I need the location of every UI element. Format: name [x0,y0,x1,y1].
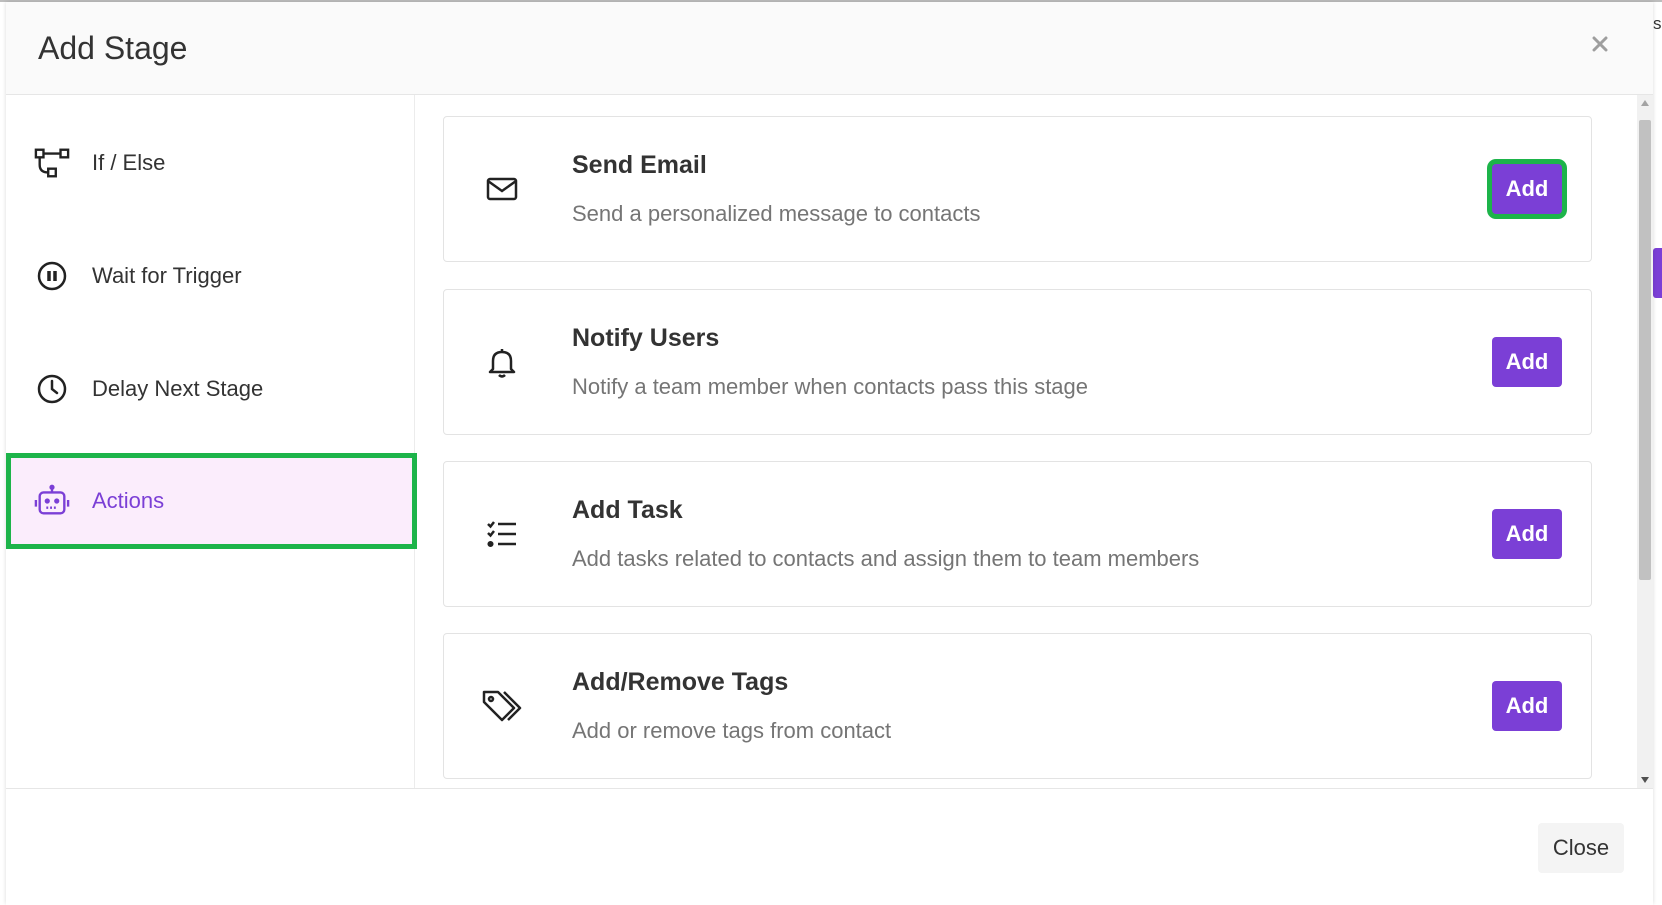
modal-footer: Close [6,788,1653,905]
sidebar-item-label: Wait for Trigger [92,263,242,288]
actions-scrollbar[interactable] [1637,95,1653,788]
tags-icon [480,684,524,728]
action-title: Send Email [572,151,707,179]
add-task-button[interactable]: Add [1492,509,1562,559]
sidebar-item-label: Delay Next Stage [92,376,264,401]
pause-circle-icon [34,258,70,294]
action-description: Send a personalized message to contacts [572,201,981,226]
background-edge-tab [1653,248,1662,298]
actions-list: Send Email Send a personalized message t… [415,95,1637,788]
modal-header: Add Stage [6,2,1653,95]
sidebar-item-label: If / Else [92,150,166,175]
action-description: Add or remove tags from contact [572,718,892,743]
action-card-add-task: Add Task Add tasks related to contacts a… [443,461,1592,607]
stage-type-sidebar: If / Else Wait for Trigger Delay Next St… [6,95,417,788]
scroll-down-arrow-icon[interactable] [1637,772,1653,788]
scrollbar-thumb[interactable] [1639,120,1651,580]
robot-icon [34,483,70,519]
action-card-notify-users: Notify Users Notify a team member when c… [443,289,1592,435]
action-title: Notify Users [572,324,720,352]
envelope-icon [480,167,524,211]
sidebar-item-if-else[interactable]: If / Else [6,115,414,211]
action-title: Add/Remove Tags [572,668,789,696]
sidebar-item-label: Actions [92,488,165,513]
sidebar-item-wait-for-trigger[interactable]: Wait for Trigger [6,228,414,324]
action-card-add-remove-tags: Add/Remove Tags Add or remove tags from … [443,633,1592,779]
bell-icon [480,340,524,384]
scroll-up-arrow-icon[interactable] [1637,95,1653,111]
action-description: Notify a team member when contacts pass … [572,374,1089,399]
background-edge-text: s [1653,14,1662,33]
sidebar-item-delay-next-stage[interactable]: Delay Next Stage [6,341,414,437]
action-title: Add Task [572,496,683,524]
close-icon[interactable] [1588,32,1612,56]
action-description: Add tasks related to contacts and assign… [572,546,1200,571]
close-button[interactable]: Close [1538,823,1624,873]
sidebar-item-actions[interactable]: Actions [6,453,417,549]
modal-title: Add Stage [38,30,188,66]
add-notify-users-button[interactable]: Add [1492,337,1562,387]
add-stage-modal: Add Stage If / Else Wait for Trigger Del… [6,2,1653,905]
add-remove-tags-button[interactable]: Add [1492,681,1562,731]
add-send-email-button[interactable]: Add [1492,164,1562,214]
branch-icon [34,145,70,181]
checklist-icon [480,512,524,556]
action-card-send-email: Send Email Send a personalized message t… [443,116,1592,262]
clock-icon [34,371,70,407]
